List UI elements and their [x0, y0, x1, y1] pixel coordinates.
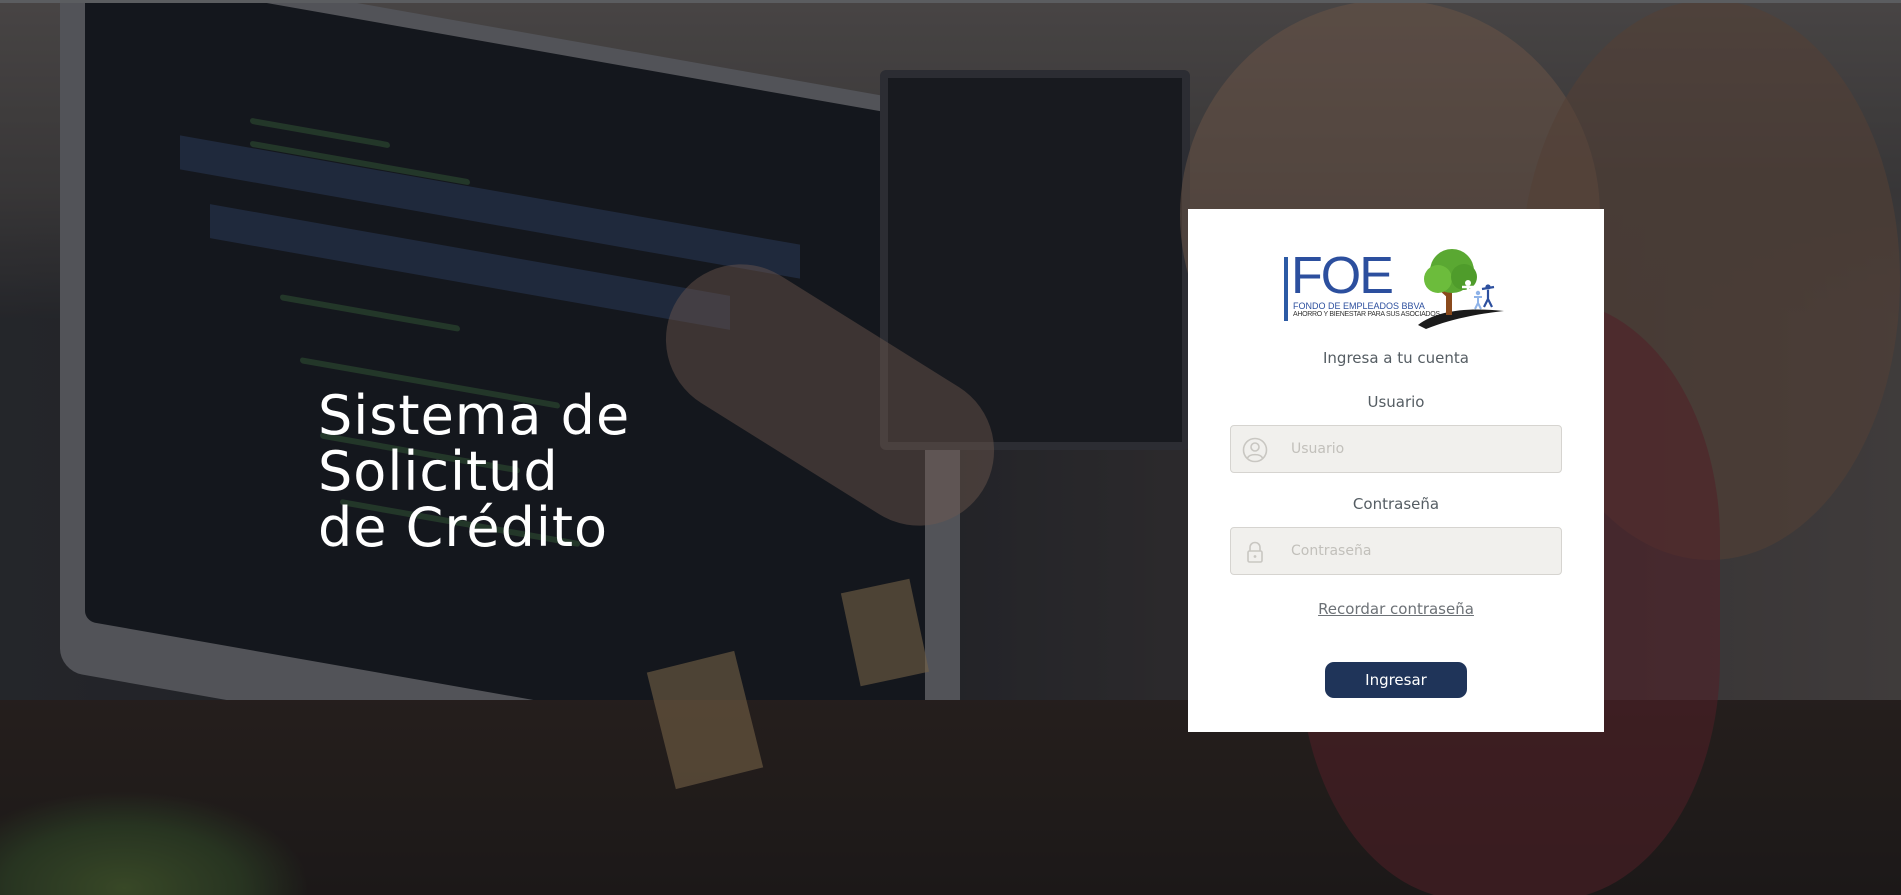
tree-people-icon — [1418, 249, 1504, 329]
password-label: Contraseña — [1352, 495, 1440, 513]
background-dim-overlay — [0, 0, 1901, 895]
password-field[interactable] — [1230, 527, 1562, 575]
username-label: Usuario — [1367, 393, 1425, 411]
hero-title: Sistema de Solicitud de Crédito — [318, 388, 630, 556]
username-field[interactable] — [1230, 425, 1562, 473]
logo-tagline: FONDO DE EMPLEADOS BBVA — [1293, 301, 1425, 311]
login-subtitle: Ingresa a tu cuenta — [1323, 349, 1469, 367]
logo-brand-text: FOE — [1291, 247, 1394, 305]
login-submit-button[interactable]: Ingresar — [1325, 662, 1467, 698]
logo-bar — [1284, 257, 1288, 321]
lock-icon — [1242, 539, 1268, 565]
hero-title-line: Sistema de — [318, 384, 631, 447]
hero-title-line: de Crédito — [318, 496, 609, 559]
background-photo — [0, 0, 1901, 895]
foe-logo: FOE FONDO DE EMPLEADOS BBVA AHORRO Y BIE… — [1284, 247, 1508, 331]
hero-title-line: Solicitud — [318, 440, 559, 503]
remember-password-link[interactable]: Recordar contraseña — [1188, 600, 1604, 618]
password-input[interactable] — [1291, 528, 1556, 574]
username-input[interactable] — [1291, 426, 1556, 472]
top-border-line — [0, 0, 1901, 3]
user-circle-icon — [1242, 437, 1268, 463]
login-card: FOE FONDO DE EMPLEADOS BBVA AHORRO Y BIE… — [1188, 209, 1604, 732]
